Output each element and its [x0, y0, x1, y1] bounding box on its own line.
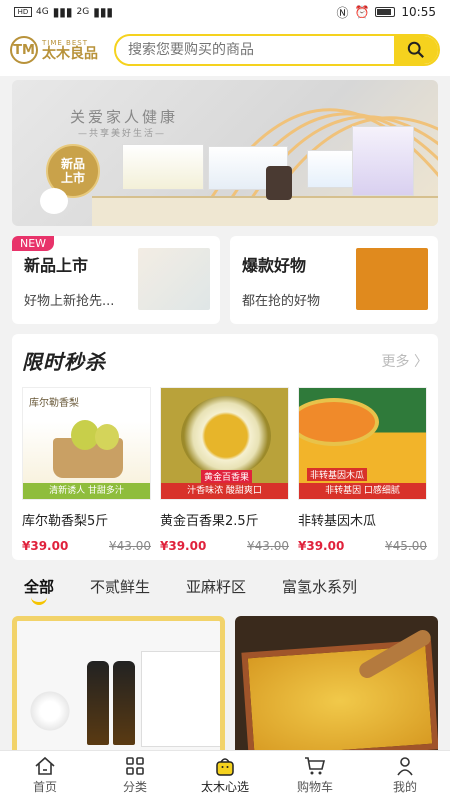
flower-decoration	[25, 691, 75, 731]
product-box	[352, 126, 414, 196]
new-badge: NEW	[12, 236, 55, 251]
search-icon	[407, 41, 424, 58]
user-icon	[397, 757, 413, 776]
banner-shelf	[92, 196, 438, 226]
tab-flaxseed[interactable]: 亚麻籽区	[186, 576, 246, 597]
oil-bottle	[87, 661, 109, 745]
status-right: Ⓝ ⏰ 10:55	[336, 4, 436, 21]
product-image: 非转基因木瓜 非转基因 口感细腻	[298, 387, 427, 500]
flash-sale-items: 库尔勒香梨 清新诱人 甘甜多汁 库尔勒香梨5斤 ¥39.00 ¥43.00 黄金…	[22, 387, 428, 553]
product-image-banner: 清新诱人 甘甜多汁	[23, 483, 150, 499]
more-link[interactable]: 更多 〉	[382, 351, 428, 371]
flash-sale-section: 限时秒杀 更多 〉 库尔勒香梨 清新诱人 甘甜多汁 库尔勒香梨5斤 ¥39.00…	[12, 334, 438, 560]
network-2g: 2G	[76, 7, 90, 17]
promo-image	[356, 248, 428, 310]
home-icon	[35, 756, 55, 775]
grid-icon	[126, 757, 144, 775]
product-egg	[40, 188, 68, 214]
promo-hot-items[interactable]: 爆款好物 都在抢的好物	[230, 236, 438, 324]
promo-row: NEW 新品上市 好物上新抢先... 爆款好物 都在抢的好物	[12, 236, 438, 324]
signal-icon-2: ▮▮▮	[93, 5, 114, 19]
banner-title: 关爱家人健康	[70, 108, 179, 126]
gift-box	[141, 651, 220, 747]
passion-fruit	[181, 396, 271, 476]
badge-line1: 新品	[60, 156, 85, 171]
nav-home[interactable]: 首页	[0, 751, 90, 800]
product-image-label: 库尔勒香梨	[29, 398, 79, 409]
product-image: 黄金百香果 汁香味浓 酸甜爽口	[160, 387, 289, 500]
nav-label: 首页	[32, 780, 57, 794]
flash-sale-title: 限时秒杀	[22, 350, 106, 374]
product-box	[122, 144, 204, 190]
nav-label: 太木心选	[200, 780, 249, 794]
oil-bottle	[113, 661, 135, 745]
flash-sale-header: 限时秒杀 更多 〉	[22, 346, 428, 375]
network-4g: 4G	[36, 7, 49, 17]
product-card[interactable]: 库尔勒香梨 清新诱人 甘甜多汁 库尔勒香梨5斤 ¥39.00 ¥43.00	[22, 387, 151, 553]
hd-indicator: HD	[14, 7, 32, 17]
pear-fruit	[95, 424, 119, 450]
signal-icon: ▮▮▮	[52, 5, 73, 19]
promo-new-arrivals[interactable]: NEW 新品上市 好物上新抢先...	[12, 236, 220, 324]
alarm-icon: ⏰	[354, 5, 370, 19]
search-bar	[114, 34, 440, 66]
status-time: 10:55	[401, 5, 436, 19]
product-old-price: ¥43.00	[109, 539, 151, 553]
grain-tray	[241, 639, 438, 756]
badge-line2: 上市	[60, 171, 85, 185]
status-bar: HD 4G ▮▮▮ 2G ▮▮▮ Ⓝ ⏰ 10:55	[0, 0, 450, 24]
product-price-row: ¥39.00 ¥43.00	[22, 539, 151, 553]
top-bar: TM TIME BEST 太木良品	[0, 24, 450, 76]
product-image-banner: 非转基因 口感细腻	[299, 483, 426, 499]
product-old-price: ¥45.00	[385, 539, 427, 553]
product-name: 黄金百香果2.5斤	[160, 514, 259, 529]
logo-mark: TM	[10, 36, 38, 64]
nav-label: 我的	[392, 780, 417, 794]
search-input[interactable]	[116, 42, 394, 58]
product-price-row: ¥39.00 ¥43.00	[160, 539, 289, 553]
product-tile[interactable]	[235, 616, 438, 756]
nav-selection[interactable]: 太木心选	[180, 751, 270, 800]
papaya-half	[299, 398, 379, 446]
bag-icon	[216, 758, 234, 776]
product-image-banner: 汁香味浓 酸甜爽口	[161, 483, 288, 499]
tab-hydrogen-water[interactable]: 富氢水系列	[282, 576, 357, 597]
promo-image	[138, 248, 210, 310]
nav-label: 分类	[122, 780, 147, 794]
product-card[interactable]: 非转基因木瓜 非转基因 口感细腻 非转基因木瓜 ¥39.00 ¥45.00	[298, 387, 427, 553]
nav-label: 购物车	[296, 780, 333, 794]
nav-category[interactable]: 分类	[90, 751, 180, 800]
product-price-row: ¥39.00 ¥45.00	[298, 539, 427, 553]
nav-cart[interactable]: 购物车	[270, 751, 360, 800]
category-tabs: 全部 不贰鲜生 亚麻籽区 富氢水系列	[0, 576, 450, 610]
product-tile[interactable]	[12, 616, 225, 756]
product-grid	[12, 616, 438, 756]
tab-fresh[interactable]: 不贰鲜生	[90, 576, 150, 597]
product-price: ¥39.00	[298, 539, 345, 553]
battery-icon	[375, 7, 396, 17]
cart-icon	[305, 757, 326, 775]
product-jar	[266, 166, 292, 200]
banner-subtitle: —共享美好生活—	[78, 129, 167, 139]
status-left: HD 4G ▮▮▮ 2G ▮▮▮	[14, 5, 113, 19]
logo-text: TIME BEST 太木良品	[42, 39, 98, 62]
nfc-icon: Ⓝ	[336, 5, 349, 20]
product-name: 非转基因木瓜	[298, 514, 377, 529]
product-image-label: 非转基因木瓜	[307, 468, 368, 481]
product-price: ¥39.00	[22, 539, 69, 553]
logo-cn: 太木良品	[42, 45, 98, 62]
bottom-nav: 首页 分类 太木心选 购物车 我的	[0, 750, 450, 800]
tab-all[interactable]: 全部	[24, 576, 54, 597]
hero-banner[interactable]: 关爱家人健康 —共享美好生活— 新品 上市	[12, 80, 438, 226]
logo: TM TIME BEST 太木良品	[10, 36, 106, 64]
nav-profile[interactable]: 我的	[360, 751, 450, 800]
product-image-label: 黄金百香果	[201, 470, 253, 483]
product-card[interactable]: 黄金百香果 汁香味浓 酸甜爽口 黄金百香果2.5斤 ¥39.00 ¥43.00	[160, 387, 289, 553]
product-image: 库尔勒香梨 清新诱人 甘甜多汁	[22, 387, 151, 500]
product-price: ¥39.00	[160, 539, 207, 553]
search-button[interactable]	[394, 36, 438, 64]
product-name: 库尔勒香梨5斤	[22, 514, 109, 529]
product-old-price: ¥43.00	[247, 539, 289, 553]
